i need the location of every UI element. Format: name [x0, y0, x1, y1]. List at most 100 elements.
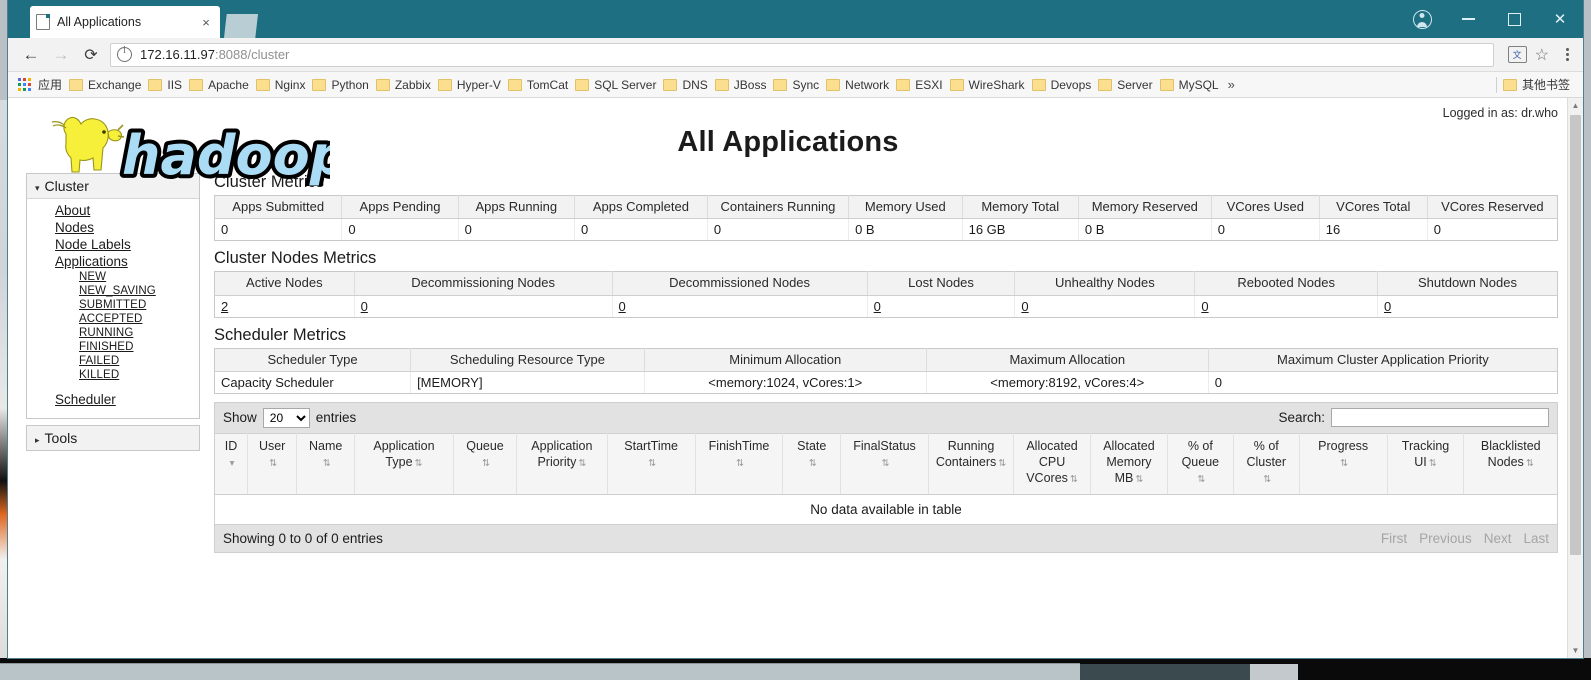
val-apps-pending: 0 — [341, 218, 459, 242]
col-id[interactable]: ID ▾ — [214, 433, 248, 495]
bookmark-item[interactable]: Sync — [773, 78, 819, 92]
bookmark-item[interactable]: Network — [826, 78, 889, 92]
back-button[interactable]: ← — [16, 41, 46, 69]
bookmark-item[interactable]: WireShark — [949, 78, 1025, 92]
link-unhealthy-nodes[interactable]: 0 — [1021, 299, 1028, 314]
link-active-nodes[interactable]: 2 — [221, 299, 228, 314]
maximize-button[interactable] — [1491, 0, 1537, 38]
tab-strip: All Applications × — [8, 0, 1583, 38]
search-input[interactable] — [1331, 408, 1549, 428]
val-scheduling-resource-type: [MEMORY] — [410, 371, 645, 394]
col-blacklisted-nodes[interactable]: Blacklisted Nodes ⇅ — [1463, 433, 1558, 495]
col-tracking-ui[interactable]: Tracking UI ⇅ — [1387, 433, 1465, 495]
bookmark-item[interactable]: Hyper-V — [437, 78, 501, 92]
bookmark-star-icon[interactable]: ☆ — [1535, 45, 1549, 65]
bookmark-apps[interactable]: 应用 — [38, 76, 62, 93]
col-state[interactable]: State ⇅ — [782, 433, 842, 495]
forward-button[interactable]: → — [46, 41, 76, 69]
bookmark-item[interactable]: Zabbix — [375, 78, 431, 92]
link-lost-nodes[interactable]: 0 — [874, 299, 881, 314]
close-icon[interactable]: × — [198, 15, 214, 30]
bookmark-item[interactable]: ESXI — [896, 78, 943, 92]
sidebar-item-about[interactable]: About — [27, 202, 199, 219]
bookmark-other-bookmarks[interactable]: 其他书签 — [1502, 76, 1570, 93]
taskbar[interactable] — [0, 658, 1591, 680]
col-application-priority[interactable]: Application Priority ⇅ — [516, 433, 608, 495]
sidebar-item-node-labels[interactable]: Node Labels — [27, 236, 199, 253]
sidebar-item-scheduler[interactable]: Scheduler — [27, 391, 199, 408]
pager-next[interactable]: Next — [1484, 531, 1512, 546]
menu-icon[interactable] — [1559, 47, 1575, 62]
bookmark-item[interactable]: Apache — [189, 78, 249, 92]
cell-rebooted-nodes: 0 — [1194, 295, 1378, 318]
address-bar[interactable]: 172.16.11.97:8088/cluster — [110, 42, 1494, 67]
apps-grid-icon[interactable] — [18, 78, 31, 91]
tab-all-applications[interactable]: All Applications × — [30, 6, 220, 38]
sidebar-item-killed[interactable]: KILLED — [27, 368, 199, 382]
bookmark-item[interactable]: SQL Server — [575, 78, 656, 92]
bookmark-item[interactable]: TomCat — [507, 78, 568, 92]
pager-first[interactable]: First — [1381, 531, 1407, 546]
col-name[interactable]: Name ⇅ — [296, 433, 356, 495]
minimize-button[interactable] — [1445, 0, 1491, 38]
bookmark-item[interactable]: IIS — [148, 78, 182, 92]
bookmark-label: Server — [1117, 77, 1153, 92]
folder-icon — [69, 78, 84, 91]
col-lost-nodes: Lost Nodes — [867, 271, 1016, 296]
new-tab-button[interactable] — [224, 14, 258, 38]
sidebar-item-new[interactable]: NEW — [27, 270, 199, 284]
col-allocated-cpu-vcores[interactable]: Allocated CPU VCores ⇅ — [1013, 433, 1091, 495]
bookmark-item[interactable]: Devops — [1031, 78, 1091, 92]
bookmarks-overflow-icon[interactable]: » — [1228, 77, 1235, 92]
col-queue[interactable]: Queue ⇅ — [453, 433, 518, 495]
translate-icon[interactable]: 文 — [1507, 46, 1527, 63]
bookmark-item[interactable]: Python — [312, 78, 369, 92]
col-pct-of-queue[interactable]: % of Queue ⇅ — [1167, 433, 1234, 495]
profile-avatar-button[interactable] — [1399, 0, 1445, 38]
sidebar-item-running[interactable]: RUNNING — [27, 326, 199, 340]
bookmark-item[interactable]: DNS — [663, 78, 708, 92]
sidebar-tools-block[interactable]: ▸ Tools — [26, 425, 200, 451]
col-finishtime[interactable]: FinishTime ⇅ — [695, 433, 784, 495]
pager-previous[interactable]: Previous — [1419, 531, 1472, 546]
page-scrollbar[interactable]: ▲ ▼ — [1567, 98, 1583, 658]
bookmark-item[interactable]: MySQL — [1159, 78, 1219, 92]
maximize-icon — [1507, 12, 1521, 26]
sidebar-item-applications[interactable]: Applications — [27, 253, 199, 270]
link-shutdown-nodes[interactable]: 0 — [1384, 299, 1391, 314]
cluster-metrics-title: Cluster Metrics — [214, 173, 325, 191]
col-progress[interactable]: Progress ⇅ — [1299, 433, 1388, 495]
col-finalstatus[interactable]: FinalStatus ⇅ — [840, 433, 929, 495]
col-user[interactable]: User ⇅ — [247, 433, 298, 495]
col-pct-of-cluster[interactable]: % of Cluster ⇅ — [1233, 433, 1300, 495]
bookmark-item[interactable]: JBoss — [714, 78, 766, 92]
bookmark-item[interactable]: Server — [1098, 77, 1153, 92]
sidebar-item-accepted[interactable]: ACCEPTED — [27, 312, 199, 326]
scroll-up-icon[interactable]: ▲ — [1568, 98, 1583, 113]
scroll-down-icon[interactable]: ▼ — [1568, 643, 1583, 658]
entries-label: entries — [315, 410, 357, 426]
link-decommissioned-nodes[interactable]: 0 — [619, 299, 626, 314]
reload-button[interactable]: ⟳ — [76, 41, 106, 69]
link-decommissioning-nodes[interactable]: 0 — [361, 299, 368, 314]
pager-last[interactable]: Last — [1523, 531, 1549, 546]
sidebar-item-failed[interactable]: FAILED — [27, 354, 199, 368]
bookmark-item[interactable]: Exchange — [69, 78, 141, 92]
col-allocated-memory-mb[interactable]: Allocated Memory MB ⇅ — [1090, 433, 1168, 495]
col-starttime[interactable]: StartTime ⇅ — [607, 433, 696, 495]
bookmark-item[interactable]: Nginx — [255, 78, 305, 92]
sidebar-item-finished[interactable]: FINISHED — [27, 340, 199, 354]
sidebar-item-nodes[interactable]: Nodes — [27, 219, 199, 236]
col-application-type[interactable]: Application Type ⇅ — [354, 433, 454, 495]
sidebar-item-submitted[interactable]: SUBMITTED — [27, 298, 199, 312]
sidebar-item-new-saving[interactable]: NEW_SAVING — [27, 284, 199, 298]
page-length-select[interactable]: 20 40 60 80 100 — [262, 407, 310, 428]
link-rebooted-nodes[interactable]: 0 — [1201, 299, 1208, 314]
col-running-containers[interactable]: Running Containers ⇅ — [928, 433, 1015, 495]
sidebar-tools-header[interactable]: ▸ Tools — [27, 426, 199, 450]
close-window-button[interactable]: ✕ — [1537, 0, 1583, 38]
url-path: :8088/cluster — [214, 47, 290, 62]
info-icon[interactable] — [117, 45, 132, 62]
col-label: Running Containers — [935, 438, 997, 469]
scrollbar-thumb[interactable] — [1570, 115, 1581, 555]
